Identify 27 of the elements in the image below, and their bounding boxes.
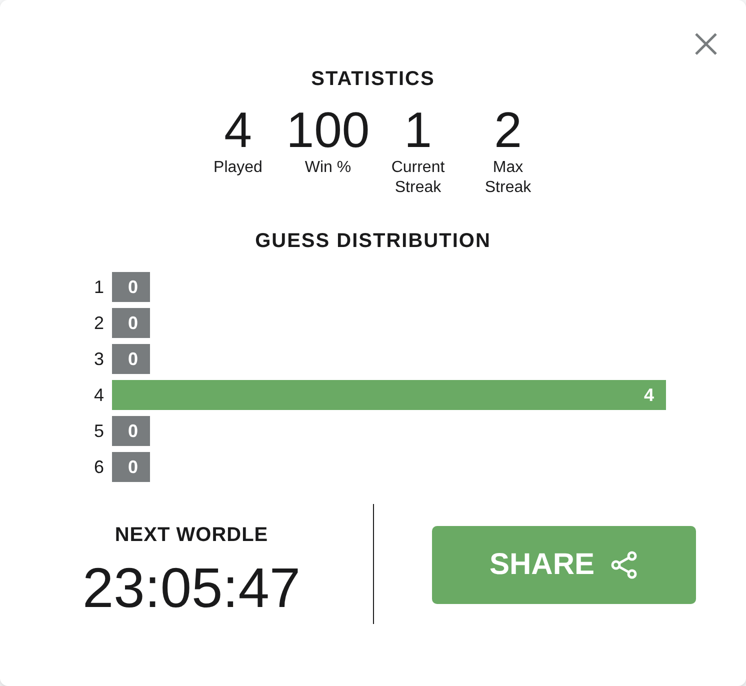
distribution-bar: 0 <box>112 272 150 302</box>
stat-value: 2 <box>494 102 522 158</box>
stat-label: Max Streak <box>484 158 532 198</box>
section-title: GUESS DISTRIBUTION <box>255 229 491 254</box>
distribution-bar: 0 <box>112 308 150 338</box>
stat-label: Win % <box>304 158 352 178</box>
distribution-bar: 0 <box>112 452 150 482</box>
close-icon[interactable] <box>694 32 718 56</box>
stat-label: Current Streak <box>390 158 446 198</box>
guess-number: 6 <box>93 456 106 478</box>
share-button[interactable]: SHARE <box>432 526 696 604</box>
stat-value: 4 <box>224 102 252 158</box>
countdown-label: NEXT WORDLE <box>114 523 268 548</box>
distribution-bar: 0 <box>112 416 150 446</box>
stat-value: 100 <box>286 102 370 158</box>
guess-number: 4 <box>93 384 106 406</box>
dialog-title: STATISTICS <box>311 67 435 92</box>
stat-value: 1 <box>404 102 432 158</box>
share-icon <box>608 550 638 580</box>
distribution-bar: 4 <box>112 380 666 410</box>
guess-number: 1 <box>93 276 106 298</box>
stat-label: Played <box>212 158 264 178</box>
distribution-bar: 0 <box>112 344 150 374</box>
guess-number: 3 <box>93 348 106 370</box>
countdown-timer: 23:05:47 <box>82 556 300 620</box>
guess-number: 5 <box>93 420 106 442</box>
guess-number: 2 <box>93 312 106 334</box>
